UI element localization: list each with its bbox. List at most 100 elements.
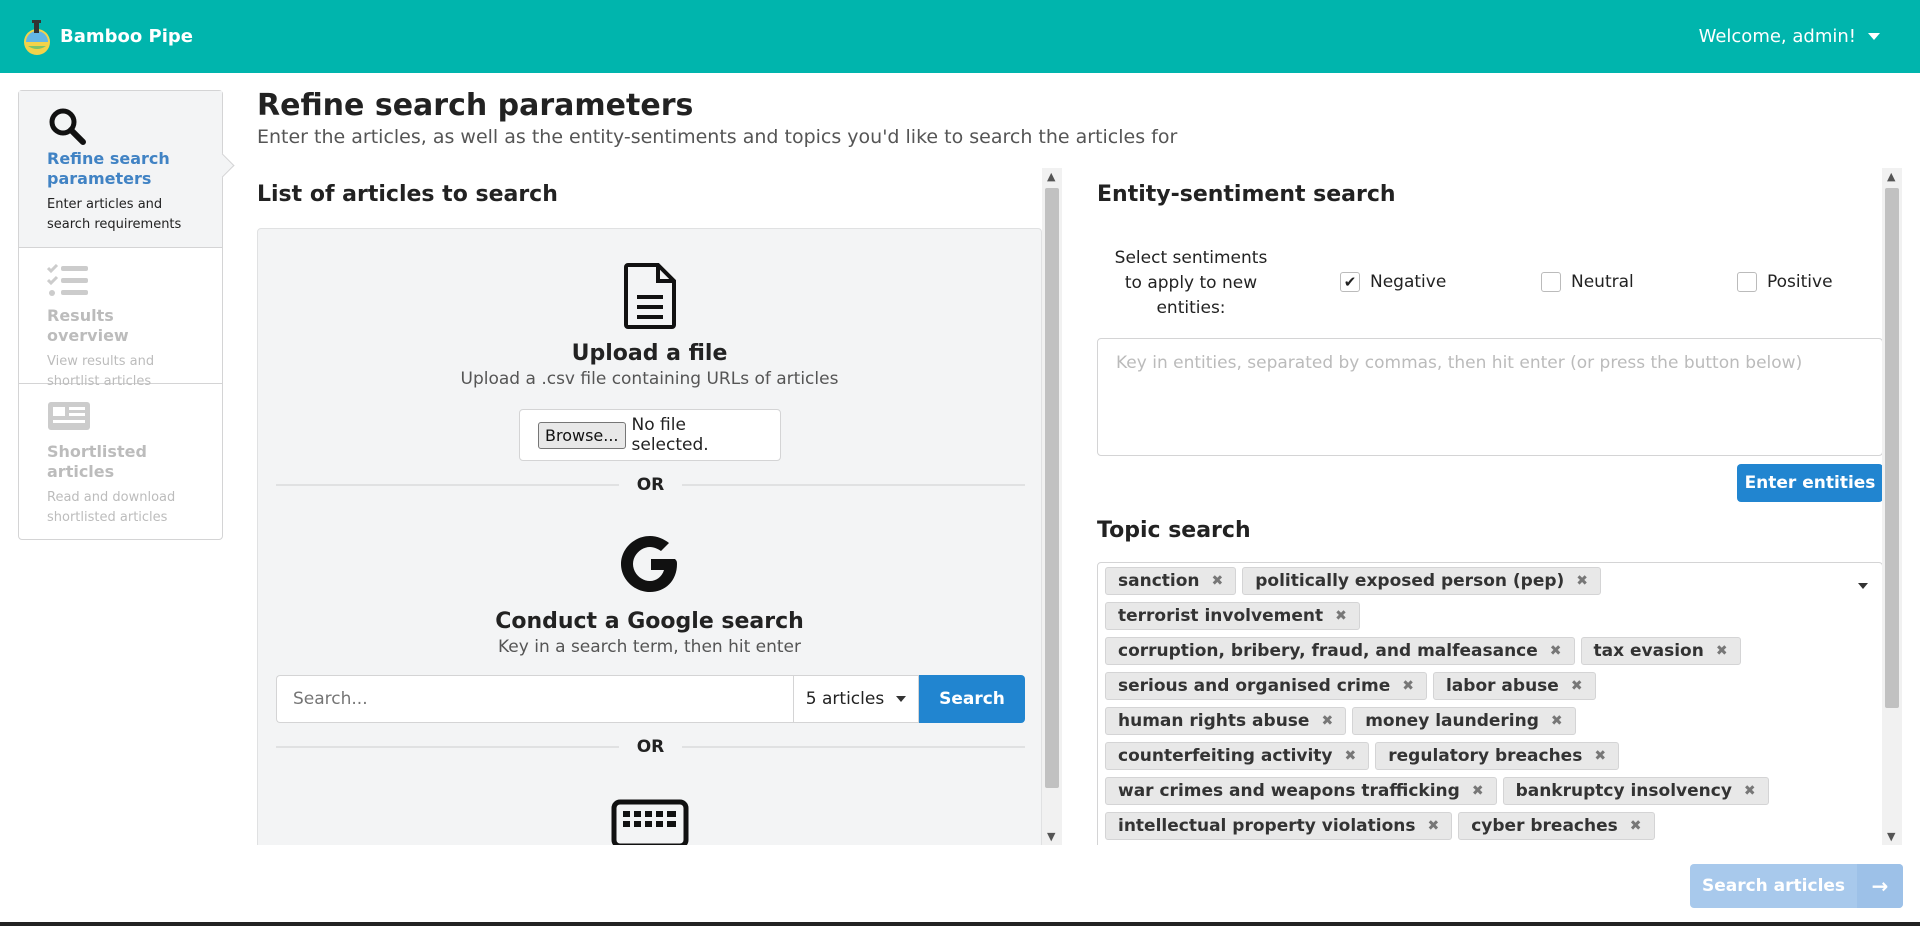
google-subtitle: Key in a search term, then hit enter [498, 637, 801, 657]
step-title: Results overview [47, 306, 129, 345]
or-divider: OR [276, 475, 1026, 495]
topics-multiselect[interactable]: sanction ✖ politically exposed person (pep… [1097, 562, 1883, 845]
browse-button[interactable]: Browse... [538, 421, 626, 449]
remove-icon[interactable]: ✖ [1551, 713, 1563, 729]
topic-chip-label: corruption, bribery, fraud, and malfeasa… [1118, 641, 1538, 661]
topic-chip-label: bankruptcy insolvency [1515, 781, 1732, 801]
topic-chip-label: cyber breaches [1471, 816, 1618, 836]
topic-chip-label: serious and organised crime [1118, 676, 1391, 696]
chevron-down-icon [1868, 33, 1880, 40]
remove-icon[interactable]: ✖ [1716, 643, 1728, 659]
entities-textarea[interactable]: Key in entities, separated by commas, th… [1097, 338, 1883, 456]
article-sources-box: Upload a file Upload a .csv file contain… [257, 228, 1042, 845]
welcome-text: Welcome, admin! [1698, 26, 1856, 47]
step-desc: Read and download shortlisted articles [47, 490, 176, 525]
scroll-down-icon[interactable]: ▼ [1047, 830, 1055, 843]
brand[interactable]: Bamboo Pipe [22, 18, 193, 56]
remove-icon[interactable]: ✖ [1345, 748, 1357, 764]
topic-chip[interactable]: tax evasion ✖ [1580, 637, 1741, 665]
topic-chip[interactable]: cyber breaches ✖ [1458, 812, 1655, 840]
topic-chip[interactable]: serious and organised crime ✖ [1105, 672, 1427, 700]
scroll-up-icon[interactable]: ▲ [1047, 170, 1055, 183]
topic-chip[interactable]: war crimes and weapons trafficking ✖ [1105, 777, 1497, 805]
sentiment-negative-checkbox[interactable]: ✔ Negative [1340, 272, 1446, 292]
topic-chip[interactable]: sanction ✖ [1105, 567, 1237, 595]
topic-chip[interactable]: bankruptcy insolvency ✖ [1502, 777, 1769, 805]
step-desc: Enter articles and search requirements [47, 197, 182, 232]
remove-icon[interactable]: ✖ [1321, 713, 1333, 729]
newspaper-icon [47, 400, 194, 438]
scroll-up-icon[interactable]: ▲ [1887, 170, 1895, 183]
google-icon [258, 531, 1041, 601]
topic-chip-label: counterfeiting activity [1118, 746, 1333, 766]
entity-section-title: Entity-sentiment search [1097, 182, 1396, 207]
checkbox-checked-icon: ✔ [1340, 272, 1360, 292]
remove-icon[interactable]: ✖ [1571, 678, 1583, 694]
remove-icon[interactable]: ✖ [1427, 818, 1439, 834]
remove-icon[interactable]: ✖ [1594, 748, 1606, 764]
scrollbar-thumb[interactable] [1885, 188, 1899, 708]
search-articles-label: Search articles [1701, 876, 1846, 896]
topic-chip[interactable]: intellectual property violations ✖ [1105, 812, 1453, 840]
topic-chip[interactable]: labor abuse ✖ [1432, 672, 1596, 700]
google-search-button[interactable]: Search [919, 675, 1025, 723]
remove-icon[interactable]: ✖ [1550, 643, 1562, 659]
remove-icon[interactable]: ✖ [1212, 573, 1224, 589]
step-shortlisted-articles[interactable]: Shortlisted articles Read and download s… [19, 384, 222, 539]
search-articles-button[interactable]: Search articles → [1690, 864, 1903, 908]
or-divider: OR [276, 737, 1026, 757]
remove-icon[interactable]: ✖ [1472, 783, 1484, 799]
remove-icon[interactable]: ✖ [1335, 608, 1347, 624]
topic-chip[interactable]: politically exposed person (pep) ✖ [1242, 567, 1602, 595]
upload-subtitle: Upload a .csv file containing URLs of ar… [460, 369, 839, 389]
sentiment-negative-label: Negative [1370, 272, 1447, 292]
remove-icon[interactable]: ✖ [1744, 783, 1756, 799]
topic-chip[interactable]: human rights abuse ✖ [1105, 707, 1347, 735]
scrollbar-thumb[interactable] [1045, 188, 1059, 788]
upload-title: Upload a file [571, 341, 728, 366]
remove-icon[interactable]: ✖ [1576, 573, 1588, 589]
google-title: Conduct a Google search [495, 609, 804, 634]
article-count-value: 5 articles [805, 689, 885, 709]
step-title: Refine search parameters [47, 149, 170, 188]
sentiment-label: Select sentiments to apply to new entiti… [1114, 248, 1268, 318]
chevron-down-icon [896, 696, 907, 702]
sentiment-positive-label: Positive [1767, 272, 1833, 292]
enter-entities-button[interactable]: Enter entities [1737, 464, 1883, 502]
file-status: No file selected. [631, 415, 709, 455]
chevron-down-icon[interactable] [1858, 583, 1868, 589]
topic-chip-label: money laundering [1365, 711, 1539, 731]
remove-icon[interactable]: ✖ [1630, 818, 1642, 834]
article-count-select[interactable]: 5 articles [793, 675, 919, 723]
file-input[interactable]: Browse... No file selected. [519, 409, 781, 461]
articles-panel: List of articles to search Upload a file… [257, 168, 1062, 845]
step-refine-search[interactable]: Refine search parameters Enter articles … [19, 91, 222, 248]
topic-chip-label: intellectual property violations [1118, 816, 1416, 836]
file-icon [258, 263, 1041, 333]
sentiment-positive-checkbox[interactable]: Positive [1737, 272, 1833, 292]
topic-chip[interactable]: terrorist involvement ✖ [1105, 602, 1360, 630]
articles-scrollbar[interactable]: ▲ ▼ [1042, 168, 1062, 845]
step-title: Shortlisted articles [47, 442, 147, 481]
steps-sidebar: Refine search parameters Enter articles … [18, 90, 223, 540]
checkbox-unchecked-icon [1737, 272, 1757, 292]
topic-chip[interactable]: regulatory breaches ✖ [1375, 742, 1620, 770]
search-icon [47, 107, 194, 145]
google-search-input[interactable] [276, 675, 793, 723]
topic-chip-label: terrorist involvement [1118, 606, 1324, 626]
topic-chip[interactable]: corruption, bribery, fraud, and malfeasa… [1105, 637, 1575, 665]
topic-chip-label: war crimes and weapons trafficking [1118, 781, 1460, 801]
articles-section-title: List of articles to search [257, 182, 558, 207]
step-results-overview[interactable]: Results overview View results and shortl… [19, 248, 222, 389]
criteria-scrollbar[interactable]: ▲ ▼ [1882, 168, 1902, 845]
scroll-down-icon[interactable]: ▼ [1887, 830, 1895, 843]
top-navbar: Bamboo Pipe Welcome, admin! [0, 0, 1920, 73]
keyboard-icon [258, 799, 1041, 845]
topic-chip[interactable]: counterfeiting activity ✖ [1105, 742, 1370, 770]
sentiment-neutral-checkbox[interactable]: Neutral [1541, 272, 1634, 292]
topic-chip[interactable]: money laundering ✖ [1352, 707, 1576, 735]
remove-icon[interactable]: ✖ [1402, 678, 1414, 694]
arrow-right-icon: → [1857, 864, 1903, 908]
user-menu[interactable]: Welcome, admin! [1699, 26, 1880, 47]
bamboo-pipe-logo-icon [24, 19, 50, 55]
